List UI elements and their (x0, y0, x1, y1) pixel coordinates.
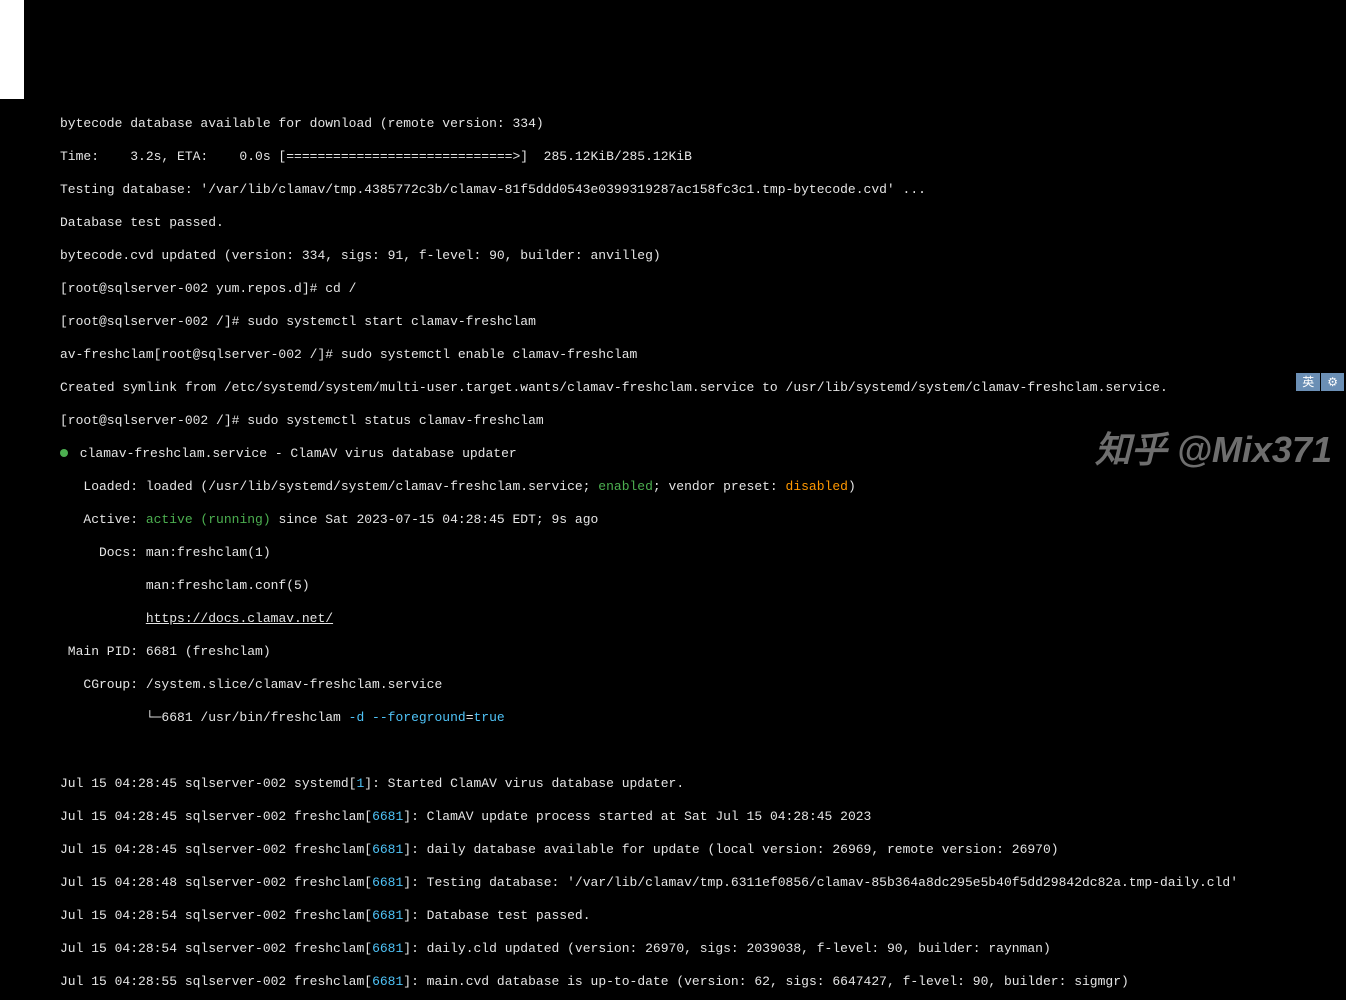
log-line: Jul 15 04:28:54 sqlserver-002 freshclam[… (60, 908, 1346, 925)
output-line: Created symlink from /etc/systemd/system… (60, 380, 1346, 397)
log-line: Jul 15 04:28:45 sqlserver-002 freshclam[… (60, 842, 1346, 859)
cgroup-proc-line: └─6681 /usr/bin/freshclam -d --foregroun… (60, 710, 1346, 727)
output-line: bytecode.cvd updated (version: 334, sigs… (60, 248, 1346, 265)
log-line: Jul 15 04:28:54 sqlserver-002 freshclam[… (60, 941, 1346, 958)
docs-url-link[interactable]: https://docs.clamav.net/ (146, 611, 333, 626)
cgroup-line: CGroup: /system.slice/clamav-freshclam.s… (60, 677, 1346, 694)
prompt-line: [root@sqlserver-002 /]# sudo systemctl s… (60, 413, 1346, 430)
output-line: Time: 3.2s, ETA: 0.0s [=================… (60, 149, 1346, 166)
active-line: Active: active (running) since Sat 2023-… (60, 512, 1346, 529)
ime-gear-icon[interactable]: ⚙ (1321, 373, 1344, 391)
log-line: Jul 15 04:28:45 sqlserver-002 systemd[1]… (60, 776, 1346, 793)
prompt-line: av-freshclam[root@sqlserver-002 /]# sudo… (60, 347, 1346, 364)
output-line: Testing database: '/var/lib/clamav/tmp.4… (60, 182, 1346, 199)
log-line: Jul 15 04:28:48 sqlserver-002 freshclam[… (60, 875, 1346, 892)
ime-lang-badge[interactable]: 英 (1296, 373, 1320, 391)
blank-line (60, 743, 1346, 760)
service-title: clamav-freshclam.service - ClamAV virus … (60, 446, 1346, 463)
terminal-output[interactable]: bytecode database available for download… (0, 99, 1346, 599)
prompt-line: [root@sqlserver-002 yum.repos.d]# cd / (60, 281, 1346, 298)
docs-line: Docs: man:freshclam(1) (60, 545, 1346, 562)
log-line: Jul 15 04:28:55 sqlserver-002 freshclam[… (60, 974, 1346, 991)
pid-line: Main PID: 6681 (freshclam) (60, 644, 1346, 661)
output-line: Database test passed. (60, 215, 1346, 232)
log-line: Jul 15 04:28:45 sqlserver-002 freshclam[… (60, 809, 1346, 826)
status-dot-icon (60, 449, 68, 457)
docs-line: man:freshclam.conf(5) (60, 578, 1346, 595)
ime-indicator[interactable]: 英 ⚙ (1296, 373, 1344, 391)
output-line: bytecode database available for download… (60, 116, 1346, 133)
docs-link-line: https://docs.clamav.net/ (60, 611, 1346, 628)
prompt-line: [root@sqlserver-002 /]# sudo systemctl s… (60, 314, 1346, 331)
loaded-line: Loaded: loaded (/usr/lib/systemd/system/… (60, 479, 1346, 496)
